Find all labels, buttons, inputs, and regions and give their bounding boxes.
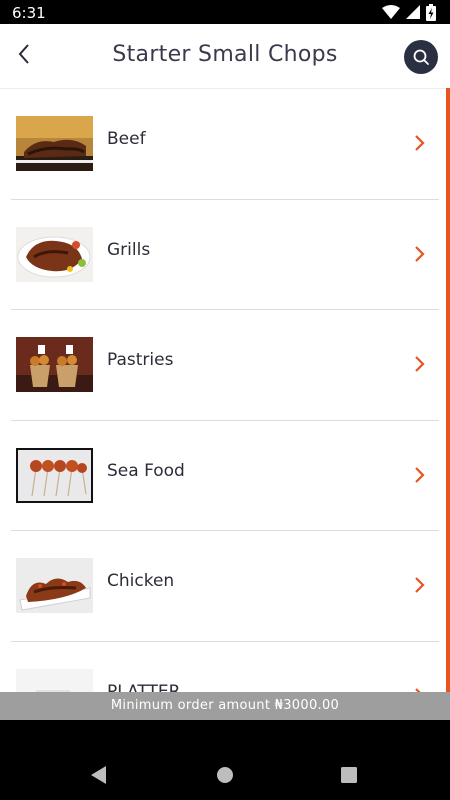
status-time: 6:31 <box>12 4 46 22</box>
arrow-left-icon <box>18 44 29 64</box>
app-screen: Starter Small Chops Beef Grills Pastries… <box>0 24 450 720</box>
category-item-sea-food[interactable]: Sea Food <box>11 421 439 531</box>
nav-recents-icon[interactable] <box>341 767 357 783</box>
chevron-right-icon <box>415 577 425 593</box>
status-icons <box>382 3 436 21</box>
chicken-thumbnail <box>16 558 93 613</box>
app-header: Starter Small Chops <box>0 24 450 89</box>
beef-thumbnail <box>16 116 93 171</box>
page-title: Starter Small Chops <box>112 42 338 67</box>
category-label: Pastries <box>107 350 174 370</box>
chevron-right-icon <box>415 356 425 372</box>
grills-thumbnail <box>16 226 93 282</box>
category-item-beef[interactable]: Beef <box>11 89 439 200</box>
category-list: Beef Grills Pastries Sea Food Chicken <box>0 89 450 720</box>
search-button[interactable] <box>404 40 438 74</box>
chevron-right-icon <box>415 466 425 483</box>
category-label: Sea Food <box>107 460 185 481</box>
status-bar: 6:31 <box>0 0 450 24</box>
wifi-icon <box>382 5 400 19</box>
nav-back-icon[interactable] <box>90 765 108 785</box>
category-item-chicken[interactable]: Chicken <box>11 531 439 642</box>
sea-food-thumbnail <box>16 447 93 503</box>
minimum-order-banner: Minimum order amount ₦3000.00 <box>0 692 450 720</box>
category-item-pastries[interactable]: Pastries <box>11 310 439 421</box>
scrollbar[interactable] <box>446 88 450 694</box>
search-icon <box>413 49 429 65</box>
category-item-grills[interactable]: Grills <box>11 200 439 310</box>
battery-charging-icon <box>426 3 436 21</box>
cellular-signal-icon <box>406 5 420 19</box>
category-label: Chicken <box>107 571 175 591</box>
pastries-thumbnail <box>16 337 93 392</box>
system-nav-bar <box>0 720 450 800</box>
back-button[interactable] <box>8 38 40 70</box>
chevron-right-icon <box>415 245 425 262</box>
category-label: Grills <box>107 239 151 260</box>
chevron-right-icon <box>415 135 425 151</box>
nav-home-icon[interactable] <box>215 765 235 785</box>
category-label: Beef <box>107 129 146 149</box>
